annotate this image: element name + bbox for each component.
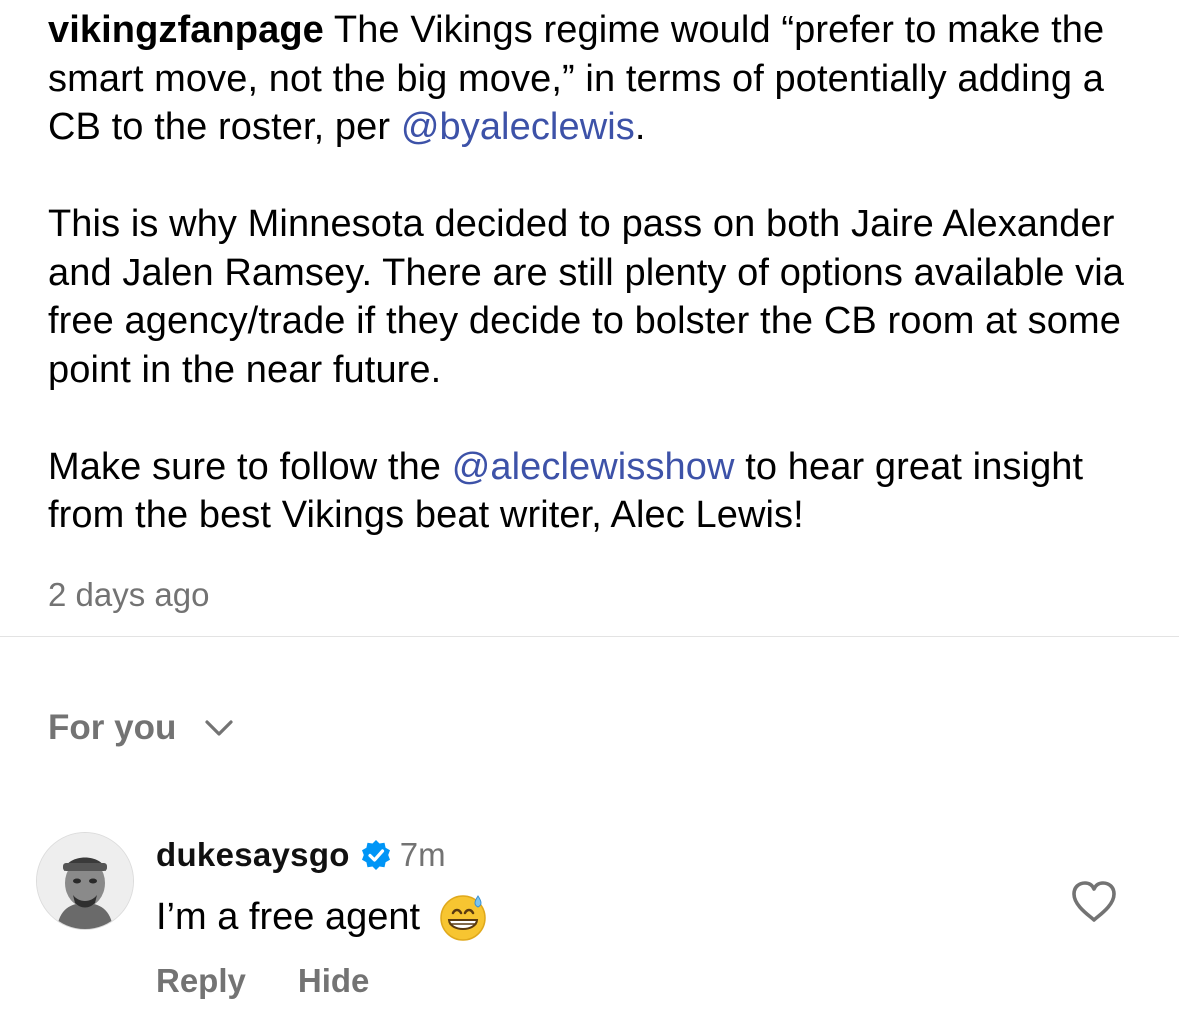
comment-sort-dropdown[interactable]: For you — [48, 708, 234, 748]
caption-paragraph-3: Make sure to follow the @aleclewisshow t… — [48, 443, 1138, 540]
avatar[interactable] — [36, 832, 134, 930]
divider — [0, 636, 1179, 637]
grinning-face-with-sweat-emoji — [440, 895, 486, 941]
reply-button[interactable]: Reply — [156, 962, 246, 1000]
avatar-image — [37, 833, 133, 929]
comment-header: dukesaysgo 7m — [156, 836, 446, 874]
comment-text: I’m a free agent — [156, 895, 421, 938]
post-timestamp: 2 days ago — [48, 576, 210, 613]
mention-link[interactable]: @aleclewisshow — [452, 446, 735, 488]
sort-label: For you — [48, 708, 177, 747]
hide-button[interactable]: Hide — [298, 962, 370, 1000]
post-username[interactable]: vikingzfanpage — [48, 9, 324, 51]
comment-time: 7m — [399, 836, 446, 873]
mention-link[interactable]: @byaleclewis — [401, 106, 635, 148]
comment-username[interactable]: dukesaysgo — [156, 836, 350, 874]
caption-paragraph-2: This is why Minnesota decided to pass on… — [48, 203, 1125, 391]
caption-text: . — [634, 106, 646, 148]
post-caption: vikingzfanpage The Vikings regime would … — [48, 6, 1138, 540]
heart-icon[interactable] — [1070, 880, 1118, 924]
caption-paragraph-1: vikingzfanpage The Vikings regime would … — [48, 6, 1138, 152]
caption-text: Make sure to follow the — [48, 445, 452, 488]
verified-badge-icon — [361, 840, 390, 870]
comment-actions: Reply Hide — [156, 962, 369, 1000]
chevron-down-icon — [205, 720, 233, 736]
comment-body: I’m a free agent — [156, 892, 488, 942]
